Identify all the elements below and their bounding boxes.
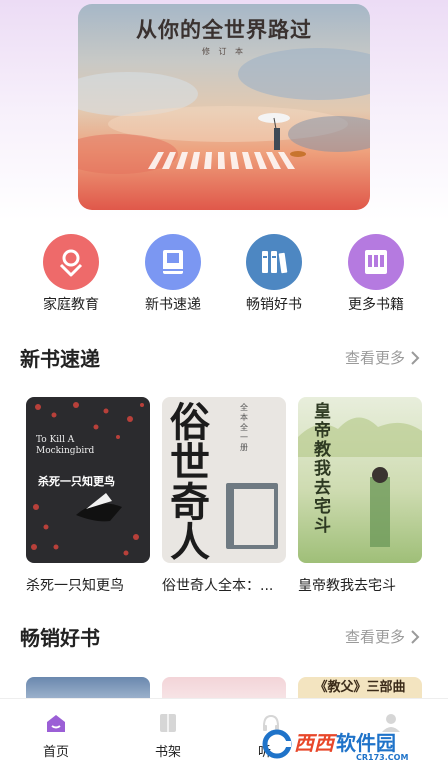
- cover-english-title: To Kill A Mockingbird: [36, 435, 95, 456]
- book-title: 杀死一只知更鸟: [26, 578, 124, 594]
- view-more-label: 查看更多: [344, 349, 405, 367]
- bestseller-cover-peek[interactable]: 《教父》三部曲: [298, 677, 422, 699]
- bestsellers-header: 畅销好书 查看更多: [20, 622, 428, 652]
- chevron-right-icon: [411, 629, 420, 644]
- cover-chinese-title: 俗世奇人: [170, 399, 210, 563]
- section-title: 新书速递: [20, 347, 100, 371]
- banner-title: 从你的全世界路过: [136, 17, 312, 42]
- book-cover: 皇帝教我去宅斗: [298, 397, 422, 563]
- tab-label: 书架: [154, 745, 181, 760]
- nav-label: 畅销好书: [246, 297, 302, 313]
- category-nav: 家庭教育 新书速递 畅销好书 更多书籍: [0, 234, 448, 314]
- family-education-icon: [43, 234, 99, 290]
- watermark-name: 软件园: [336, 730, 396, 755]
- nav-item-bestsellers[interactable]: 畅销好书: [229, 234, 319, 314]
- book-cover: To Kill A Mockingbird 杀死一只知更鸟: [26, 397, 150, 563]
- view-more-new-books[interactable]: 查看更多: [345, 347, 420, 368]
- cover-chinese-title: 《教父》三部曲: [314, 680, 406, 695]
- tab-bookshelf[interactable]: 书架: [133, 711, 203, 760]
- bestseller-cover-peek[interactable]: [162, 677, 286, 699]
- book-title: 皇帝教我去宅斗: [298, 578, 396, 594]
- more-books-icon: [348, 234, 404, 290]
- cover-chinese-title: 杀死一只知更鸟: [38, 475, 115, 488]
- view-more-bestsellers[interactable]: 查看更多: [345, 626, 420, 647]
- nav-item-family-education[interactable]: 家庭教育: [26, 234, 116, 314]
- nav-label: 家庭教育: [43, 297, 99, 313]
- cover-chinese-title: 皇帝教我去宅斗: [314, 402, 331, 536]
- nav-label: 新书速递: [145, 297, 201, 313]
- watermark-domain: CR173.COM: [356, 752, 409, 762]
- cover-side-text: 全本 全一册: [240, 403, 248, 452]
- book-card[interactable]: 皇帝教我去宅斗 皇帝教我去宅斗: [298, 397, 422, 595]
- book-cover: 俗世奇人 全本 全一册: [162, 397, 286, 563]
- bookshelf-icon: [133, 711, 203, 735]
- new-books-icon: [145, 234, 201, 290]
- book-card[interactable]: To Kill A Mockingbird 杀死一只知更鸟 杀死一只知更鸟: [26, 397, 150, 595]
- watermark-brand: 西西: [294, 730, 334, 755]
- site-watermark: 西西 软件园 CR173.COM: [262, 722, 432, 766]
- nav-item-new-books[interactable]: 新书速递: [128, 234, 218, 314]
- chevron-right-icon: [411, 350, 420, 365]
- view-more-label: 查看更多: [344, 628, 405, 646]
- tab-home[interactable]: 首页: [21, 711, 91, 760]
- nav-label: 更多书籍: [348, 297, 404, 313]
- home-icon: [21, 711, 91, 735]
- bestseller-cover-peek[interactable]: [26, 677, 150, 699]
- featured-banner[interactable]: 从你的全世界路过 修 订 本: [78, 4, 370, 210]
- nav-item-more-books[interactable]: 更多书籍: [331, 234, 421, 314]
- tab-label: 首页: [42, 745, 69, 760]
- book-box-front: [234, 489, 274, 545]
- section-title: 畅销好书: [20, 626, 100, 650]
- new-books-header: 新书速递 查看更多: [20, 343, 428, 373]
- bestseller-books-icon: [246, 234, 302, 290]
- book-card[interactable]: 俗世奇人 全本 全一册 俗世奇人全本：...: [162, 397, 286, 595]
- book-title: 俗世奇人全本：...: [162, 578, 274, 594]
- watermark-logo-icon: [262, 729, 292, 759]
- banner-subtitle: 修 订 本: [201, 47, 247, 56]
